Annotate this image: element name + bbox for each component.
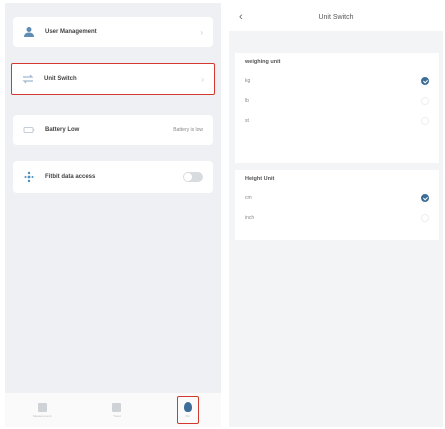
- weighing-unit-heading: weighing unit: [245, 59, 281, 65]
- weighing-unit-group: weighing unit kg lb st: [235, 53, 439, 163]
- user-management-label: User Management: [45, 29, 97, 35]
- tab-label: Measurement: [33, 413, 52, 418]
- fitbit-toggle[interactable]: [183, 172, 203, 182]
- person-icon: [183, 402, 192, 412]
- user-management-item[interactable]: User Management ›: [13, 17, 213, 47]
- weighing-option-kg[interactable]: kg: [245, 71, 429, 91]
- tab-label: Me: [185, 414, 190, 418]
- option-label: inch: [245, 215, 255, 221]
- unit-switch-screen: ‹ Unit Switch weighing unit kg lb st Hei…: [229, 3, 443, 427]
- battery-icon: [23, 124, 35, 136]
- radio-checked-icon[interactable]: [421, 77, 429, 85]
- height-option-inch[interactable]: inch: [245, 208, 429, 228]
- radio-checked-icon[interactable]: [421, 194, 429, 202]
- weighing-option-st[interactable]: st: [245, 111, 429, 131]
- swap-icon: [22, 73, 34, 85]
- option-label: lb: [245, 98, 249, 104]
- height-option-cm[interactable]: cm: [245, 188, 429, 208]
- weighing-option-lb[interactable]: lb: [245, 91, 429, 111]
- tab-measurement[interactable]: Measurement: [27, 395, 57, 425]
- height-unit-group: Height Unit cm inch: [235, 170, 439, 240]
- battery-status-value: Battery is low: [173, 127, 203, 133]
- grid-icon: [37, 402, 47, 412]
- radio-unchecked-icon[interactable]: [421, 97, 429, 105]
- unit-switch-item[interactable]: Unit Switch ›: [11, 63, 215, 95]
- option-label: kg: [245, 78, 251, 84]
- battery-low-item[interactable]: Battery Low Battery is low: [13, 115, 213, 145]
- height-unit-heading: Height Unit: [245, 176, 275, 182]
- fitbit-label: Fitbit data access: [45, 174, 96, 180]
- fitbit-icon: [23, 171, 35, 183]
- back-arrow-icon[interactable]: ‹: [239, 11, 243, 23]
- option-label: cm: [245, 195, 252, 201]
- tab-me[interactable]: Me: [176, 396, 199, 424]
- bottom-tab-bar: Measurement Trend Me: [5, 393, 221, 427]
- radio-unchecked-icon[interactable]: [421, 117, 429, 125]
- user-icon: [23, 26, 35, 38]
- chevron-right-icon: ›: [200, 27, 203, 37]
- chevron-right-icon: ›: [201, 74, 204, 84]
- tab-trend[interactable]: Trend: [102, 395, 132, 425]
- radio-unchecked-icon[interactable]: [421, 214, 429, 222]
- battery-low-label: Battery Low: [45, 127, 80, 133]
- navigation-bar: ‹ Unit Switch: [229, 3, 443, 31]
- tab-label: Trend: [113, 413, 121, 418]
- option-label: st: [245, 118, 249, 124]
- fitbit-item: Fitbit data access: [13, 161, 213, 193]
- unit-switch-label: Unit Switch: [44, 76, 77, 82]
- chart-icon: [112, 402, 122, 412]
- page-title: Unit Switch: [318, 13, 354, 21]
- settings-screen: User Management › Unit Switch › Battery …: [5, 3, 221, 427]
